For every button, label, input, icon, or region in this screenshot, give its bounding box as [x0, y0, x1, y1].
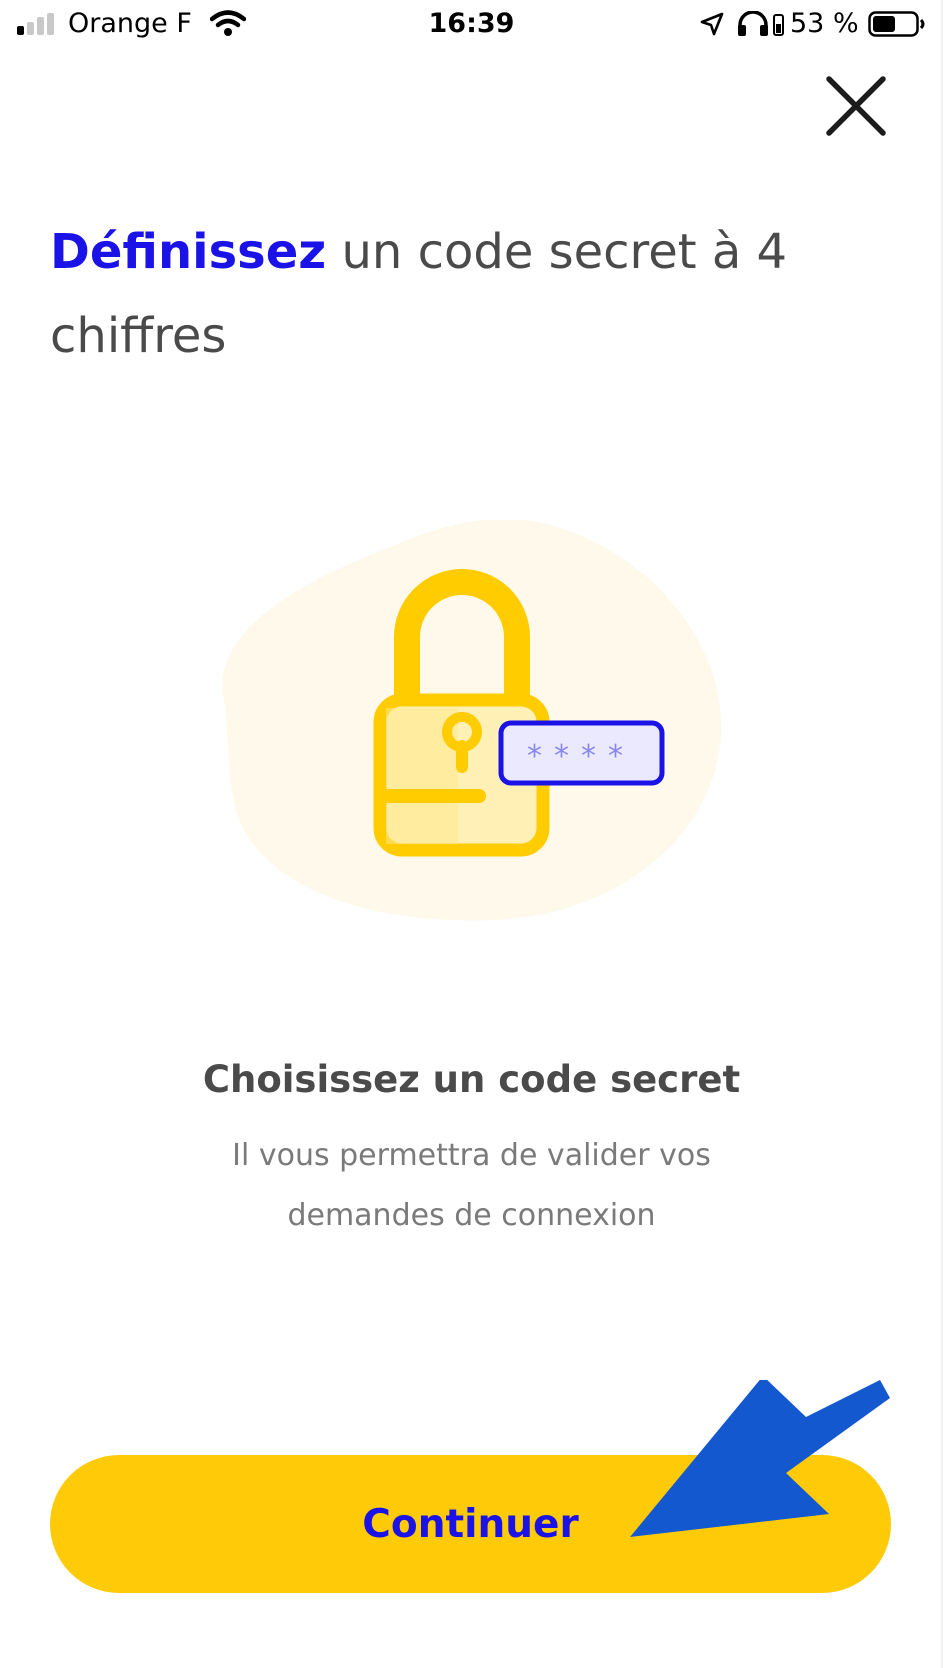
code-input-badge: ****: [498, 720, 665, 786]
pointer-arrow-annotation: [630, 1380, 890, 1537]
padlock-illustration: ****: [222, 520, 722, 921]
code-mask: ****: [527, 739, 635, 774]
location-arrow-icon: [700, 12, 724, 36]
page-title-accent: Définissez: [50, 224, 327, 280]
headphones-icon: [738, 11, 784, 36]
close-icon: [826, 76, 886, 136]
continue-button-label: Continuer: [362, 1501, 579, 1547]
info-description: Il vous permettra de valider vos demande…: [232, 1138, 711, 1233]
info-heading: Choisissez un code secret: [202, 1058, 741, 1101]
battery-percent: 53 %: [790, 8, 859, 39]
close-button[interactable]: [820, 70, 892, 142]
status-bar: Orange F 16:39 53 %: [0, 0, 943, 52]
battery-icon: [868, 11, 925, 37]
page-title: Définissez un code secret à 4 chiffres: [50, 210, 890, 378]
